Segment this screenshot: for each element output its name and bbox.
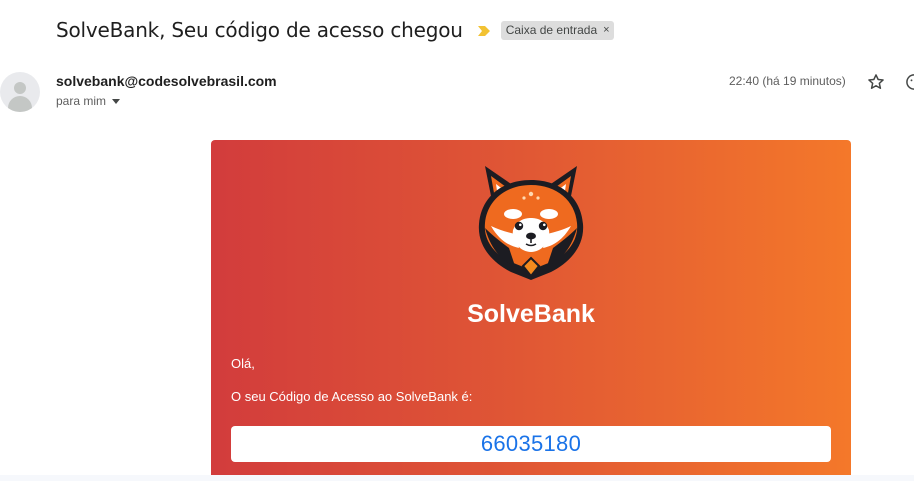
default-avatar-icon — [14, 82, 26, 94]
recipient-label: para mim — [56, 94, 107, 108]
subject-row: SolveBank, Seu código de acesso chegou C… — [56, 14, 614, 46]
label-remove-button[interactable]: × — [603, 24, 609, 36]
recipient-details-toggle[interactable]: para mim — [56, 94, 121, 108]
label-chip-inbox[interactable]: Caixa de entrada × — [500, 20, 614, 40]
star-icon[interactable] — [866, 72, 886, 92]
email-view: SolveBank, Seu código de acesso chegou C… — [0, 0, 914, 481]
brand-title: SolveBank — [467, 300, 595, 328]
emoji-react-icon[interactable] — [904, 72, 914, 92]
greeting-text: Olá, — [231, 356, 255, 371]
red-panda-logo — [469, 158, 593, 282]
label-chip-text: Caixa de entrada — [505, 22, 598, 37]
access-code-message: O seu Código de Acesso ao SolveBank é: — [231, 389, 473, 404]
access-code-value[interactable]: 66035180 — [481, 431, 581, 457]
importance-marker-icon[interactable] — [477, 24, 491, 36]
email-subject: SolveBank, Seu código de acesso chegou — [56, 18, 463, 42]
email-body-card: SolveBank Olá, O seu Código de Acesso ao… — [211, 140, 851, 481]
email-timestamp: 22:40 (há 19 minutos) — [729, 74, 846, 88]
access-code-box: 66035180 — [231, 426, 831, 462]
page-bottom-strip — [0, 475, 914, 481]
chevron-down-icon — [112, 98, 121, 104]
sender-address[interactable]: solvebank@codesolvebrasil.com — [56, 73, 277, 89]
sender-avatar[interactable] — [0, 72, 40, 112]
